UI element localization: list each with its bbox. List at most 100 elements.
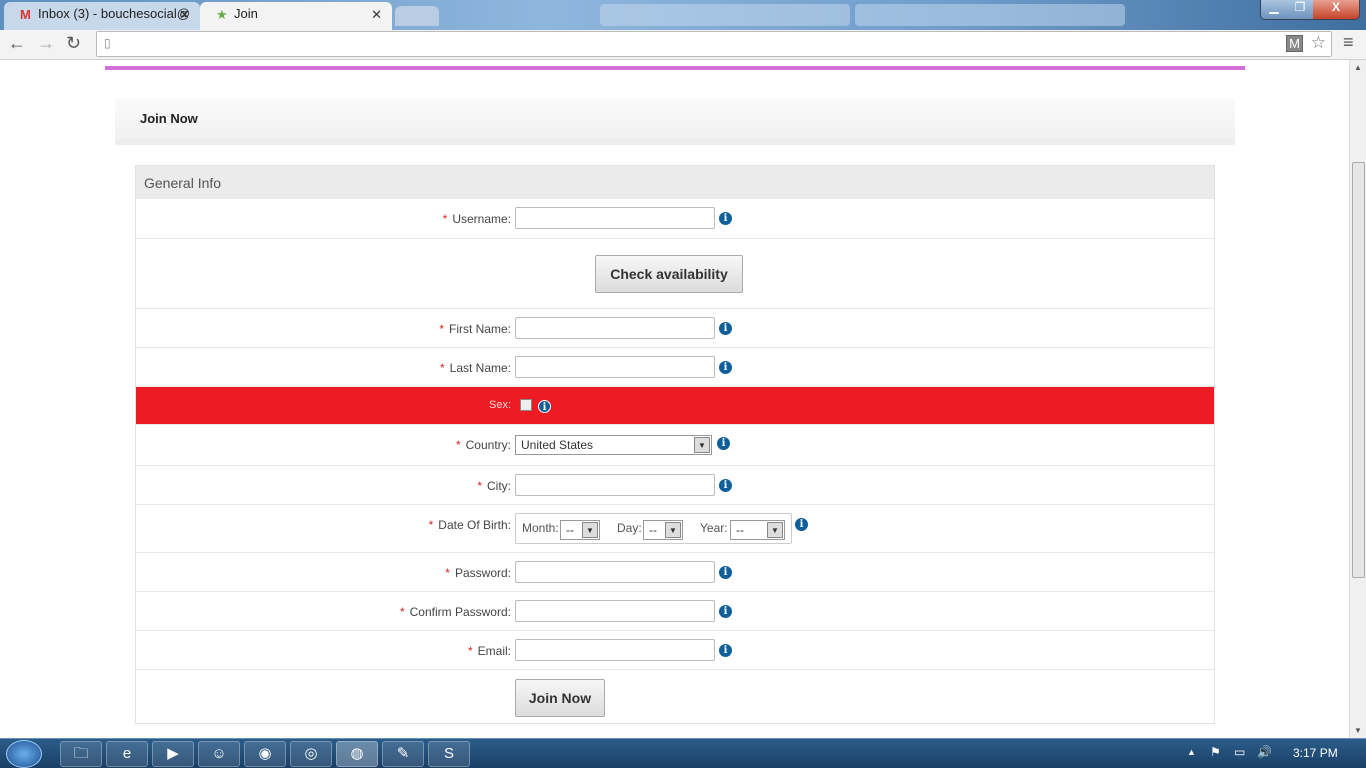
username-input[interactable]	[515, 207, 715, 229]
label-text: Date Of Birth:	[438, 518, 511, 532]
required-mark: *	[477, 479, 482, 493]
paint-icon[interactable]: ✎	[382, 741, 424, 767]
label-text: First Name:	[448, 322, 511, 336]
close-tab-icon[interactable]: ✕	[179, 7, 190, 23]
page-title: Join Now	[140, 111, 198, 126]
info-icon[interactable]: i	[538, 400, 551, 413]
join-form: General Info * Username: i Check availabi…	[135, 165, 1215, 724]
email-input[interactable]	[515, 639, 715, 661]
last-name-row: * Last Name: i	[136, 348, 1214, 387]
reload-icon[interactable]: ↻	[66, 33, 81, 54]
selected-value: United States	[521, 438, 594, 452]
username-row: * Username: i	[136, 199, 1214, 239]
minimize-button[interactable]: ▁	[1261, 0, 1287, 19]
skype-icon[interactable]: S	[428, 741, 470, 767]
dob-label: * Date Of Birth:	[429, 518, 511, 532]
vertical-scrollbar[interactable]: ▲ ▼	[1349, 60, 1366, 738]
show-hidden-icons[interactable]: ▲	[1187, 747, 1196, 757]
label-text: Email:	[477, 644, 511, 658]
year-select[interactable]: -- ▼	[730, 520, 785, 540]
month-select[interactable]: -- ▼	[560, 520, 600, 540]
close-tab-icon[interactable]: ✕	[371, 7, 382, 23]
info-icon[interactable]: i	[719, 361, 732, 374]
clock[interactable]: 3:17 PM	[1293, 746, 1338, 760]
network-icon[interactable]: ▭	[1234, 745, 1245, 759]
country-select[interactable]: United States ▼	[515, 435, 712, 455]
submit-row: Join Now	[136, 670, 1214, 724]
ie-icon[interactable]: e	[106, 741, 148, 767]
address-bar[interactable]: ▯ M ☆	[96, 31, 1332, 57]
volume-icon[interactable]: 🔊	[1257, 745, 1272, 759]
close-window-button[interactable]: X	[1313, 0, 1359, 19]
tab-strip: M Inbox (3) - bouchesocial@ ✕ ★ Join ✕ ▁ ❐ X	[0, 0, 1366, 30]
page-icon: ▯	[104, 36, 111, 50]
page-content: Join Now General Info * Username: i Check…	[0, 60, 1349, 738]
city-row: * City: i	[136, 466, 1214, 505]
sex-label: Sex:	[488, 399, 511, 411]
media-player-icon[interactable]: ▶	[152, 741, 194, 767]
password-label: * Password:	[445, 566, 511, 580]
tab-inbox[interactable]: M Inbox (3) - bouchesocial@ ✕	[4, 2, 200, 30]
country-label: * Country:	[456, 438, 511, 452]
app-icon[interactable]: ◎	[290, 741, 332, 767]
info-icon[interactable]: i	[719, 644, 732, 657]
forward-icon[interactable]: →	[37, 33, 55, 54]
sex-checkbox[interactable]	[520, 399, 532, 411]
city-input[interactable]	[515, 474, 715, 496]
info-icon[interactable]: i	[719, 605, 732, 618]
join-now-button[interactable]: Join Now	[515, 679, 605, 717]
dob-row: * Date Of Birth: Month: -- ▼ Day: -- ▼ Year…	[136, 505, 1214, 553]
country-row: * Country: United States ▼ i	[136, 425, 1214, 466]
info-icon[interactable]: i	[719, 479, 732, 492]
chevron-down-icon: ▼	[694, 437, 710, 453]
confirm-password-row: * Confirm Password: i	[136, 592, 1214, 631]
new-tab-button[interactable]	[395, 6, 439, 26]
dob-group: Month: -- ▼ Day: -- ▼ Year: -- ▼	[515, 513, 792, 544]
restore-button[interactable]: ❐	[1287, 0, 1313, 19]
check-row: Check availability	[136, 239, 1214, 309]
first-name-label: * First Name:	[439, 322, 511, 336]
info-icon[interactable]: i	[717, 437, 730, 450]
scroll-up-icon[interactable]: ▲	[1354, 63, 1362, 72]
selected-value: --	[566, 523, 574, 537]
info-icon[interactable]: i	[719, 322, 732, 335]
required-mark: *	[455, 438, 461, 452]
messenger-icon[interactable]: ☺	[198, 741, 240, 767]
firefox-icon[interactable]: ◉	[244, 741, 286, 767]
email-label: * Email:	[468, 644, 511, 658]
confirm-password-input[interactable]	[515, 600, 715, 622]
chrome-icon[interactable]: ◍	[336, 741, 378, 767]
back-icon[interactable]: ←	[8, 33, 26, 54]
browser-toolbar: ← → ↻ ▯ M ☆ ≡	[0, 30, 1366, 60]
last-name-label: * Last Name:	[440, 361, 511, 375]
section-title: General Info	[136, 166, 1214, 199]
password-input[interactable]	[515, 561, 715, 583]
info-icon[interactable]: i	[719, 566, 732, 579]
divider	[105, 66, 1245, 70]
action-center-flag-icon[interactable]: ⚑	[1210, 745, 1221, 759]
first-name-input[interactable]	[515, 317, 715, 339]
last-name-input[interactable]	[515, 356, 715, 378]
required-mark: *	[445, 566, 450, 580]
chevron-down-icon: ▼	[767, 522, 783, 538]
required-mark: *	[439, 322, 444, 336]
day-select[interactable]: -- ▼	[643, 520, 683, 540]
check-availability-button[interactable]: Check availability	[595, 255, 743, 293]
password-row: * Password: i	[136, 553, 1214, 592]
info-icon[interactable]: i	[719, 212, 732, 225]
required-mark: *	[399, 605, 405, 619]
start-button[interactable]	[6, 740, 42, 768]
label-text: City:	[487, 479, 511, 493]
menu-icon[interactable]: ≡	[1343, 32, 1354, 53]
explorer-icon[interactable]: 🗀	[60, 741, 102, 767]
scrollbar-thumb[interactable]	[1352, 162, 1365, 578]
tab-label: Join	[234, 6, 258, 21]
extension-shield-icon[interactable]: M	[1286, 35, 1303, 52]
scroll-down-icon[interactable]: ▼	[1354, 726, 1362, 735]
bookmark-star-icon[interactable]: ☆	[1311, 33, 1326, 53]
tab-join[interactable]: ★ Join ✕	[200, 2, 392, 30]
background-window	[855, 4, 1125, 26]
info-icon[interactable]: i	[795, 518, 808, 531]
first-name-row: * First Name: i	[136, 309, 1214, 348]
sex-row-error: Sex: i	[136, 387, 1214, 425]
